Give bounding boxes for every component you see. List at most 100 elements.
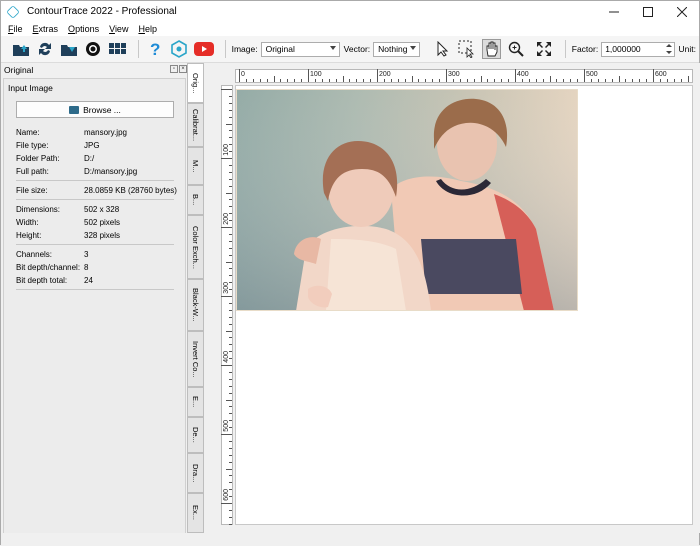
menu-extras[interactable]: Extras	[28, 24, 64, 34]
help-button[interactable]: ?	[145, 39, 164, 59]
tab-de[interactable]: De...	[187, 417, 204, 453]
menu-view[interactable]: View	[104, 24, 133, 34]
tab-export[interactable]: Ex...	[187, 493, 204, 533]
spin-arrows[interactable]	[665, 43, 673, 56]
fit-screen-button[interactable]	[535, 39, 554, 59]
youtube-button[interactable]	[193, 39, 214, 59]
factor-spinbox[interactable]: 1,000000	[601, 41, 675, 57]
info-value: JPG	[84, 141, 100, 150]
open-folder-icon	[12, 45, 29, 56]
tab-label: E...	[191, 396, 200, 408]
ruler-tick	[432, 79, 434, 82]
website-button[interactable]	[169, 39, 188, 59]
tab-black-white[interactable]: Black-W...	[187, 279, 204, 331]
zoom-icon	[508, 41, 524, 57]
float-panel-button[interactable]: ▫	[170, 65, 178, 73]
menu-bar: File Extras Options View Help	[1, 22, 699, 36]
ruler-tick	[390, 79, 392, 82]
menu-help[interactable]: Help	[133, 24, 162, 34]
grid-icon	[108, 43, 126, 54]
ruler-tick	[229, 130, 232, 132]
hex-logo-icon	[171, 40, 187, 58]
close-button[interactable]	[665, 1, 699, 22]
hand-tool-button[interactable]	[482, 39, 502, 59]
vector-label: Vector:	[343, 44, 371, 54]
vector-select[interactable]: Nothing	[373, 41, 420, 57]
ruler-tick	[611, 79, 613, 82]
save-folder-button[interactable]	[59, 39, 78, 59]
ruler-label: 100	[310, 71, 322, 78]
loaded-photo[interactable]	[236, 89, 578, 311]
drawing-canvas[interactable]	[235, 85, 693, 525]
info-key: File size:	[16, 186, 48, 195]
ruler-tick	[229, 406, 232, 408]
ruler-tick	[229, 199, 232, 201]
tab-e[interactable]: E...	[187, 387, 204, 417]
image-select[interactable]: Original	[260, 41, 340, 57]
ruler-label: 600	[223, 489, 230, 501]
tab-m[interactable]: M...	[187, 147, 204, 185]
tab-label: Invert Co...	[191, 340, 200, 378]
menu-options[interactable]: Options	[63, 24, 104, 34]
ruler-tick	[411, 76, 413, 82]
info-row-bit-depth-channel: Bit depth/channel: 8	[16, 263, 88, 272]
ruler-tick	[221, 434, 232, 435]
info-row-file-type: File type: JPG	[16, 141, 100, 150]
ruler-tick	[549, 76, 551, 82]
aperture-button[interactable]	[84, 39, 103, 59]
ruler-label: 600	[655, 71, 667, 78]
ruler-tick	[590, 79, 592, 82]
ruler-tick	[687, 76, 689, 82]
tab-calibration[interactable]: Calibrat...	[187, 103, 204, 147]
ruler-tick	[221, 158, 232, 159]
ruler-label: 400	[517, 71, 529, 78]
tab-color-exchange[interactable]: Color Exch...	[187, 215, 204, 279]
tab-b[interactable]: B...	[187, 185, 204, 215]
menu-file[interactable]: File	[3, 24, 28, 34]
ruler-tick	[404, 79, 406, 82]
info-row-folder-path: Folder Path: D:/	[16, 154, 94, 163]
ruler-label: 0	[241, 71, 245, 78]
ruler-tick	[229, 95, 232, 97]
close-panel-button[interactable]: ×	[179, 65, 187, 73]
ruler-tick	[535, 79, 537, 82]
ruler-tick	[308, 69, 309, 82]
select-region-tool-button[interactable]	[458, 39, 477, 59]
tab-invert-colors[interactable]: Invert Co...	[187, 331, 204, 387]
tab-label: Orig...	[191, 72, 200, 94]
ruler-tick	[229, 206, 232, 208]
grid-button[interactable]	[108, 39, 127, 59]
ruler-tick	[570, 79, 572, 82]
ruler-tick	[473, 79, 475, 82]
ruler-tick	[515, 69, 516, 82]
ruler-tick	[229, 385, 232, 387]
ruler-tick	[229, 475, 232, 477]
ruler-tick	[221, 89, 232, 90]
info-value: D:/mansory.jpg	[84, 167, 138, 176]
open-folder-button[interactable]	[11, 39, 30, 59]
zoom-tool-button[interactable]	[506, 39, 525, 59]
ruler-tick	[266, 79, 268, 82]
ruler-tick	[632, 79, 634, 82]
ruler-tick	[370, 79, 372, 82]
minimize-icon	[609, 11, 619, 12]
tab-draw[interactable]: Dra...	[187, 453, 204, 493]
original-panel: Original ▫ × Input Image Browse ... Name…	[1, 63, 189, 546]
ruler-tick	[673, 79, 675, 82]
ruler-tick	[487, 79, 489, 82]
ruler-tick	[356, 79, 358, 82]
panel-title: Original	[4, 65, 34, 75]
vertical-tab-strip: Orig... Calibrat... M... B... Color Exch…	[187, 63, 205, 533]
info-key: Channels:	[16, 250, 53, 259]
ruler-tick	[280, 79, 282, 82]
factor-value: 1,000000	[605, 44, 641, 54]
ruler-tick	[577, 79, 579, 82]
reload-button[interactable]	[35, 39, 54, 59]
pointer-tool-button[interactable]	[434, 39, 453, 59]
maximize-button[interactable]	[631, 1, 665, 22]
tab-original[interactable]: Orig...	[187, 63, 204, 103]
minimize-button[interactable]	[597, 1, 631, 22]
browse-button[interactable]: Browse ...	[16, 101, 174, 118]
ruler-tick	[229, 247, 232, 249]
ruler-tick	[425, 79, 427, 82]
